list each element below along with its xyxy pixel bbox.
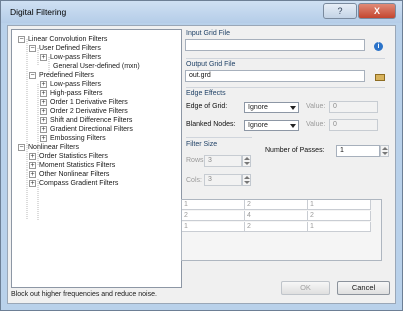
section-divider bbox=[186, 58, 385, 59]
tree-node-embossing-label: Embossing Filters bbox=[50, 135, 106, 142]
output-grid-label: Output Grid File bbox=[186, 61, 236, 68]
rows-field[interactable]: 3 bbox=[204, 155, 242, 167]
tree-node-low-pass-user-label: Low-pass Filters bbox=[50, 54, 101, 61]
kernel-cell[interactable]: 2 bbox=[245, 200, 308, 210]
edge-of-grid-select[interactable]: Ignore bbox=[244, 102, 299, 113]
kernel-cell[interactable]: 1 bbox=[182, 222, 245, 232]
kernel-cell[interactable]: 1 bbox=[182, 200, 245, 210]
expand-icon[interactable]: + bbox=[29, 162, 36, 169]
tree-node-other-nonlinear-label: Other Nonlinear Filters bbox=[39, 171, 110, 178]
expand-icon[interactable]: + bbox=[40, 99, 47, 106]
tree-node-predefined-label: Predefined Filters bbox=[39, 72, 94, 79]
dialog-window: Digital Filtering ? X − Linear Convoluti… bbox=[0, 0, 403, 311]
kernel-cell[interactable]: 1 bbox=[308, 200, 371, 210]
expand-icon[interactable]: + bbox=[29, 153, 36, 160]
expand-icon[interactable]: + bbox=[40, 54, 47, 61]
rows-label: Rows: bbox=[186, 157, 206, 164]
collapse-icon[interactable]: − bbox=[29, 72, 36, 79]
expand-icon[interactable]: + bbox=[40, 117, 47, 124]
folder-open-icon[interactable] bbox=[375, 74, 385, 81]
tree-node-gradient-directional-label: Gradient Directional Filters bbox=[50, 126, 133, 133]
filter-tree[interactable]: − Linear Convolution Filters − User Defi… bbox=[11, 29, 182, 288]
chevron-down-icon bbox=[290, 106, 296, 110]
window-title: Digital Filtering bbox=[10, 7, 67, 17]
tree-node-nonlinear-label: Nonlinear Filters bbox=[28, 144, 79, 151]
dialog-client-area: − Linear Convolution Filters − User Defi… bbox=[7, 25, 396, 304]
cols-label: Cols: bbox=[186, 177, 202, 184]
ok-button[interactable]: OK bbox=[281, 281, 330, 295]
expand-icon[interactable]: + bbox=[40, 135, 47, 142]
kernel-cell[interactable]: 2 bbox=[245, 222, 308, 232]
filter-size-label: Filter Size bbox=[186, 141, 218, 148]
close-button[interactable]: X bbox=[358, 3, 396, 19]
help-button[interactable]: ? bbox=[323, 3, 357, 19]
collapse-icon[interactable]: − bbox=[18, 144, 25, 151]
expand-icon[interactable]: + bbox=[40, 126, 47, 133]
blanked-value-field[interactable]: 0 bbox=[329, 119, 378, 131]
blanked-nodes-select[interactable]: Ignore bbox=[244, 120, 299, 131]
passes-field[interactable]: 1 bbox=[336, 145, 380, 157]
expand-icon[interactable]: + bbox=[29, 180, 36, 187]
tree-node-moment-stats-label: Moment Statistics Filters bbox=[39, 162, 116, 169]
rows-spinner[interactable] bbox=[242, 155, 251, 167]
input-grid-field[interactable] bbox=[185, 39, 365, 51]
blanked-value-label: Value: bbox=[306, 121, 326, 128]
tree-node-high-pass-label: High-pass Filters bbox=[50, 90, 103, 97]
tree-node-general-user-defined-label: General User-defined (mxn) bbox=[53, 63, 140, 70]
edge-value-field[interactable]: 0 bbox=[329, 101, 378, 113]
output-grid-field[interactable]: out.grd bbox=[185, 70, 365, 82]
expand-icon[interactable]: + bbox=[40, 81, 47, 88]
edge-of-grid-label: Edge of Grid: bbox=[186, 103, 228, 110]
blanked-nodes-label: Blanked Nodes: bbox=[186, 121, 236, 128]
tree-node-low-pass-label: Low-pass Filters bbox=[50, 81, 101, 88]
expand-icon[interactable]: + bbox=[40, 108, 47, 115]
edge-value-label: Value: bbox=[306, 103, 326, 110]
kernel-cell[interactable]: 1 bbox=[308, 222, 371, 232]
expand-icon[interactable]: + bbox=[29, 171, 36, 178]
kernel-cell[interactable]: 2 bbox=[308, 211, 371, 221]
kernel-cell[interactable]: 4 bbox=[245, 211, 308, 221]
blanked-nodes-value: Ignore bbox=[248, 122, 268, 129]
edge-of-grid-value: Ignore bbox=[248, 104, 268, 111]
input-grid-label: Input Grid File bbox=[186, 30, 230, 37]
tree-node-order2-label: Order 2 Derivative Filters bbox=[50, 108, 128, 115]
title-bar[interactable]: Digital Filtering ? X bbox=[1, 1, 402, 23]
tree-node-user-defined-label: User Defined Filters bbox=[39, 45, 101, 52]
tree-node-linear-label: Linear Convolution Filters bbox=[28, 36, 108, 43]
edge-effects-label: Edge Effects bbox=[186, 90, 226, 97]
cancel-button[interactable]: Cancel bbox=[337, 281, 390, 295]
section-divider bbox=[186, 87, 385, 88]
kernel-grid[interactable]: 1 2 1 2 4 2 1 2 1 bbox=[181, 199, 382, 261]
tree-node-shift-diff-label: Shift and Difference Filters bbox=[50, 117, 133, 124]
tree-node-order1-label: Order 1 Derivative Filters bbox=[50, 99, 128, 106]
status-text: Block out higher frequencies and reduce … bbox=[11, 291, 157, 298]
tree-node-compass-gradient-label: Compass Gradient Filters bbox=[39, 180, 119, 187]
passes-spinner[interactable] bbox=[380, 145, 389, 157]
passes-label: Number of Passes: bbox=[265, 147, 325, 154]
tree-node-order-stats-label: Order Statistics Filters bbox=[39, 153, 108, 160]
expand-icon[interactable]: + bbox=[40, 90, 47, 97]
cols-field[interactable]: 3 bbox=[204, 174, 242, 186]
kernel-cell[interactable]: 2 bbox=[182, 211, 245, 221]
collapse-icon[interactable]: − bbox=[29, 45, 36, 52]
chevron-down-icon bbox=[290, 124, 296, 128]
collapse-icon[interactable]: − bbox=[18, 36, 25, 43]
section-divider bbox=[186, 137, 252, 138]
cols-spinner[interactable] bbox=[242, 174, 251, 186]
info-icon[interactable]: i bbox=[374, 42, 383, 51]
